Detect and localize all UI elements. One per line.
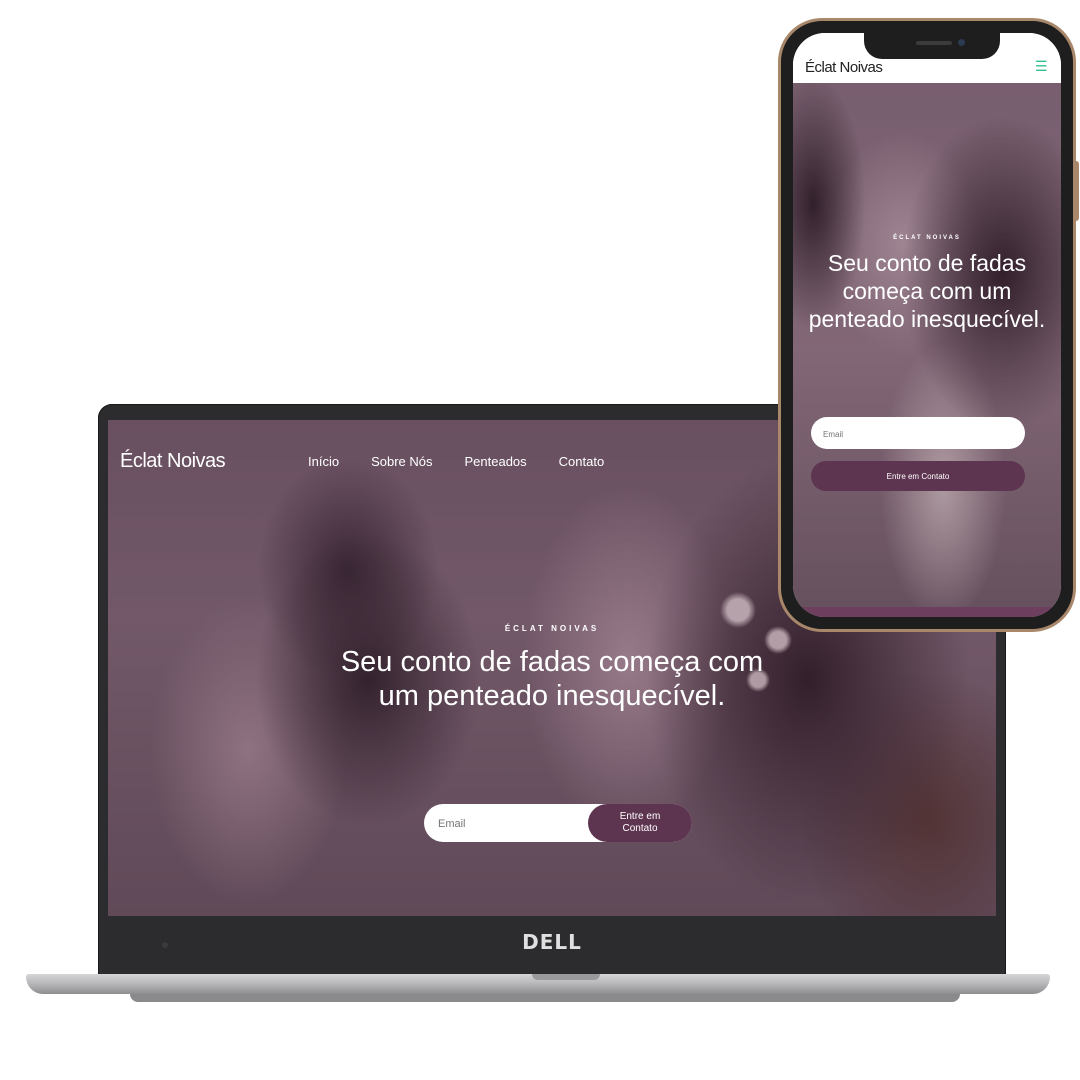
phone-mockup: Éclat Noivas ☰ ÉCLAT NOIVAS Seu conto de…	[778, 18, 1079, 632]
phone-side-button	[1075, 161, 1079, 221]
mobile-email-field	[811, 417, 1025, 451]
mobile-hero-overlay	[793, 83, 1061, 617]
laptop-base	[26, 974, 1050, 994]
dell-logo: DELL	[522, 930, 582, 954]
mobile-hero-content: ÉCLAT NOIVAS Seu conto de fadas começa c…	[793, 235, 1061, 333]
nav-item-penteados[interactable]: Penteados	[465, 454, 527, 469]
nav-item-contato[interactable]: Contato	[559, 454, 605, 469]
mobile-hero-headline: Seu conto de fadas começa com um pentead…	[808, 250, 1046, 332]
hero-headline: Seu conto de fadas começa com um pentead…	[340, 646, 764, 712]
nav-menu: Início Sobre Nós Penteados Contato	[308, 454, 604, 469]
mobile-contact-button[interactable]: Entre em Contato	[811, 461, 1025, 491]
nav-item-inicio[interactable]: Início	[308, 454, 339, 469]
phone-screen: Éclat Noivas ☰ ÉCLAT NOIVAS Seu conto de…	[793, 33, 1061, 617]
front-camera-icon	[958, 39, 965, 46]
mobile-bottom-bar	[793, 607, 1061, 617]
nav-item-sobre-nos[interactable]: Sobre Nós	[371, 454, 432, 469]
laptop-foot	[130, 994, 960, 1002]
mobile-hero: ÉCLAT NOIVAS Seu conto de fadas começa c…	[793, 83, 1061, 617]
site-brand[interactable]: Éclat Noivas	[120, 450, 226, 473]
mobile-email-input[interactable]	[821, 417, 1015, 451]
phone-notch	[864, 33, 1000, 59]
hamburger-icon[interactable]: ☰	[1035, 59, 1049, 73]
hero-content: ÉCLAT NOIVAS Seu conto de fadas começa c…	[108, 624, 996, 713]
speaker-grille	[916, 41, 952, 45]
mobile-site-brand[interactable]: Éclat Noivas	[805, 59, 883, 76]
mobile-hero-eyebrow: ÉCLAT NOIVAS	[893, 235, 961, 241]
contact-button[interactable]: Entre em Contato	[588, 804, 692, 842]
email-input[interactable]	[436, 804, 590, 844]
contact-form: Entre em Contato	[424, 804, 692, 844]
laptop-hinge-notch	[532, 974, 600, 980]
